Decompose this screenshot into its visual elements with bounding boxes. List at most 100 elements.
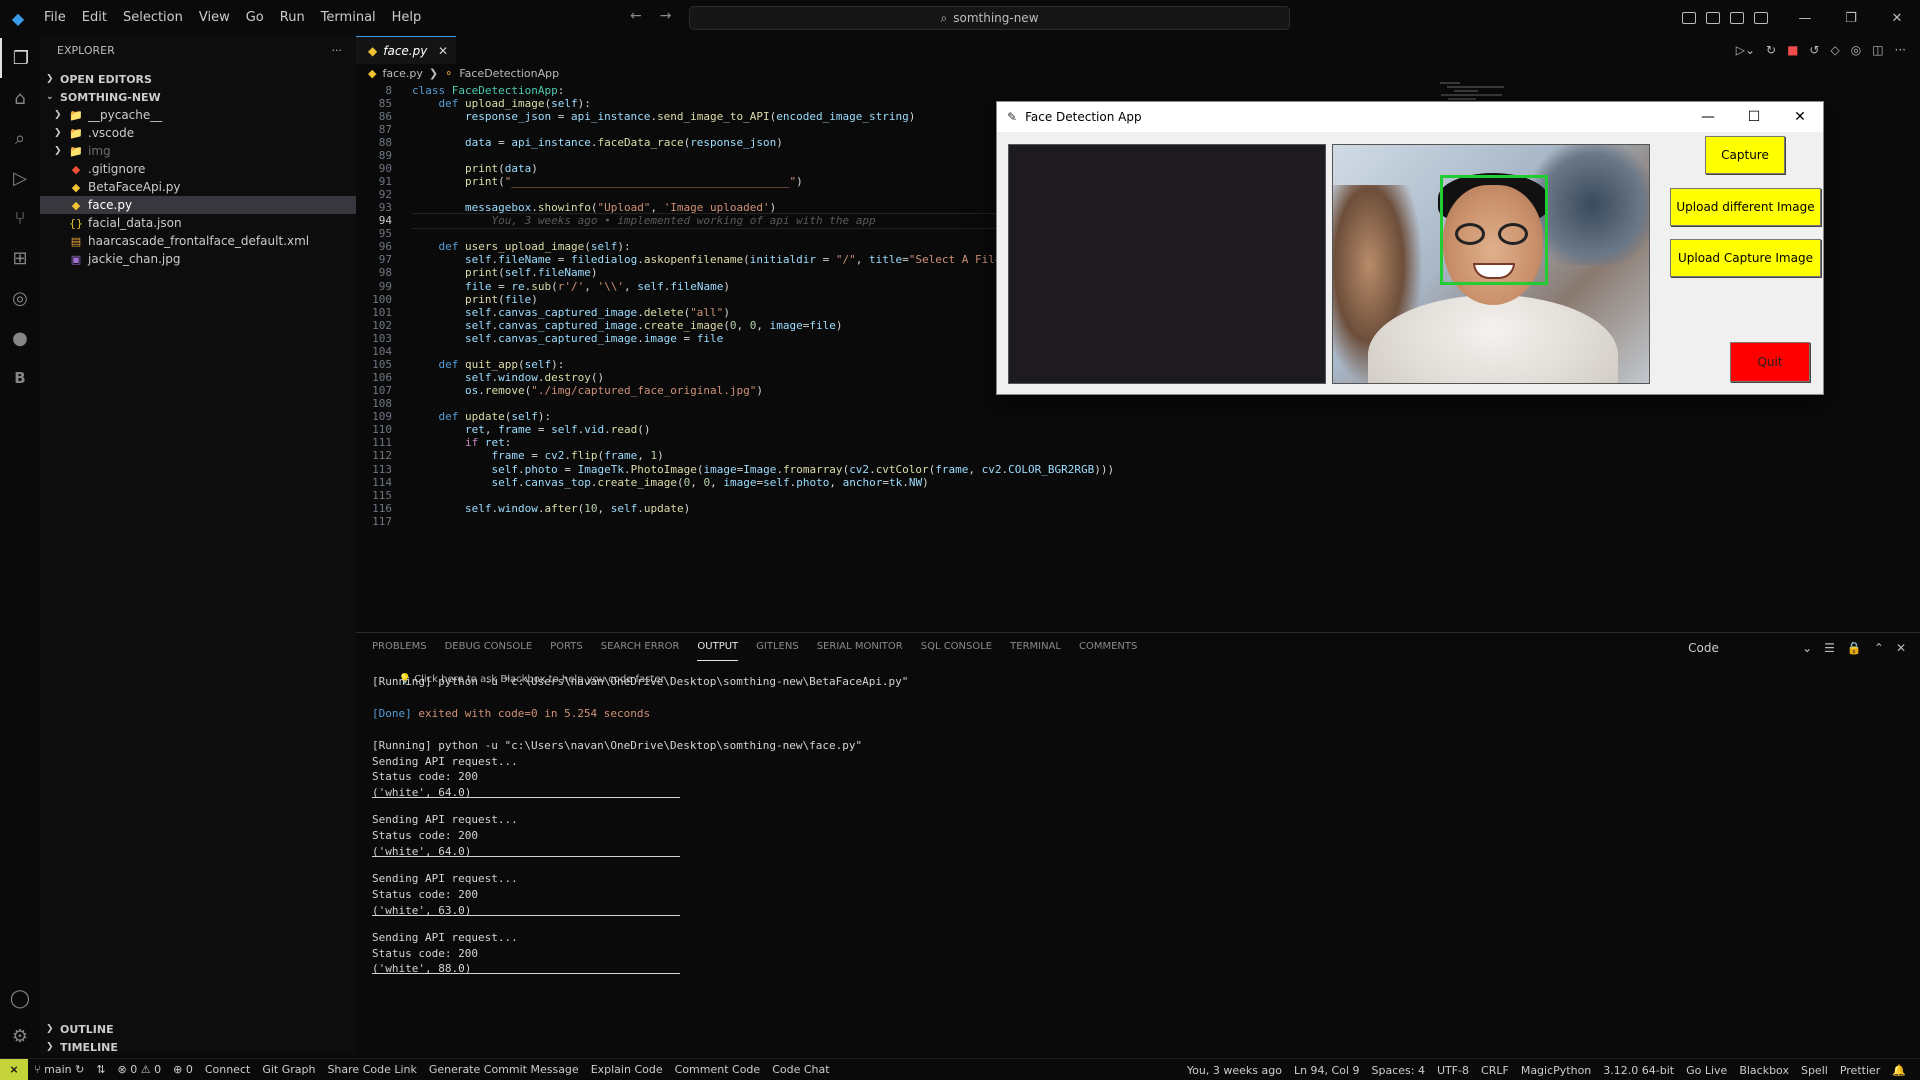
revert-icon[interactable]: ↺: [1809, 43, 1819, 57]
maximize-panel-icon[interactable]: ⌃: [1874, 641, 1884, 655]
more-actions-icon[interactable]: ···: [332, 44, 343, 57]
problems-indicator[interactable]: ⊗ 0 ⚠ 0: [112, 1063, 168, 1076]
split-editor-icon[interactable]: ◫: [1872, 43, 1883, 57]
status-share-code-link[interactable]: Share Code Link: [321, 1063, 422, 1076]
upload-capture-image-button[interactable]: Upload Capture Image: [1670, 239, 1821, 277]
restart-icon[interactable]: ↻: [1766, 43, 1776, 57]
panel-tab-problems[interactable]: PROBLEMS: [372, 633, 427, 661]
tree-item-haarcascade-frontalface-default-xml[interactable]: ▤ haarcascade_frontalface_default.xml: [40, 232, 356, 250]
status-git-graph[interactable]: Git Graph: [256, 1063, 321, 1076]
status-go-live[interactable]: Go Live: [1680, 1064, 1733, 1077]
status-magicpython[interactable]: MagicPython: [1515, 1064, 1597, 1077]
remote-indicator-icon[interactable]: ⨯: [0, 1058, 28, 1080]
status-code-chat[interactable]: Code Chat: [766, 1063, 835, 1076]
more-actions-icon[interactable]: ···: [1895, 43, 1906, 57]
command-center-search[interactable]: ⌕ somthing-new: [689, 6, 1290, 30]
toggle-primary-sidebar-icon[interactable]: [1682, 12, 1696, 24]
status-spaces-4[interactable]: Spaces: 4: [1366, 1064, 1431, 1077]
quit-button[interactable]: Quit: [1730, 342, 1810, 382]
restore-window-icon[interactable]: ❐: [1828, 0, 1874, 36]
customize-layout-icon[interactable]: [1754, 12, 1768, 24]
status-prettier[interactable]: Prettier: [1834, 1064, 1886, 1077]
lock-scroll-icon[interactable]: 🔒: [1847, 641, 1862, 655]
tree-item-facial-data-json[interactable]: {} facial_data.json: [40, 214, 356, 232]
clear-output-icon[interactable]: ☰: [1824, 641, 1835, 655]
tk-minimize-icon[interactable]: —: [1685, 102, 1731, 132]
status-explain-code[interactable]: Explain Code: [585, 1063, 669, 1076]
extensions-icon[interactable]: ⊞: [0, 238, 40, 278]
settings-gear-icon[interactable]: ⚙: [0, 1016, 40, 1056]
blackbox-icon[interactable]: B: [0, 358, 40, 398]
toggle-secondary-sidebar-icon[interactable]: [1730, 12, 1744, 24]
blackbox-hint[interactable]: 💡 Click here to ask Blackbox to help you…: [372, 659, 665, 685]
compare-icon[interactable]: ◎: [1851, 43, 1861, 57]
github-icon[interactable]: ●: [0, 318, 40, 358]
status-connect[interactable]: Connect: [199, 1063, 256, 1076]
menu-run[interactable]: Run: [272, 0, 313, 36]
panel-tab-serial-monitor[interactable]: SERIAL MONITOR: [817, 633, 903, 661]
panel-tab-terminal[interactable]: TERMINAL: [1010, 633, 1061, 661]
tree-item--gitignore[interactable]: ◆ .gitignore: [40, 160, 356, 178]
gitlens-icon[interactable]: ◇: [1830, 43, 1839, 57]
status-ln-94-col-9[interactable]: Ln 94, Col 9: [1288, 1064, 1366, 1077]
timeline-section[interactable]: ❯ TIMELINE: [40, 1038, 356, 1056]
tab-face-py[interactable]: ◆ face.py ✕: [356, 36, 456, 64]
status-utf-8[interactable]: UTF-8: [1431, 1064, 1475, 1077]
tree-item-img[interactable]: ❯ 📁 img: [40, 142, 356, 160]
status-blackbox[interactable]: Blackbox: [1733, 1064, 1795, 1077]
forward-arrow-icon[interactable]: →: [660, 8, 672, 24]
close-window-icon[interactable]: ✕: [1874, 0, 1920, 36]
breadcrumb-file[interactable]: face.py: [382, 67, 422, 80]
run-python-icon[interactable]: ▷⌄: [1736, 43, 1755, 57]
notifications-bell-icon[interactable]: 🔔: [1886, 1064, 1912, 1077]
output-channel-select[interactable]: Code ⌄: [1684, 639, 1812, 657]
panel-tab-gitlens[interactable]: GITLENS: [756, 633, 799, 661]
panel-tab-search-error[interactable]: SEARCH ERROR: [601, 633, 680, 661]
tree-item-face-py[interactable]: ◆ face.py: [40, 196, 356, 214]
menu-help[interactable]: Help: [384, 0, 430, 36]
upload-different-image-button[interactable]: Upload different Image: [1670, 188, 1821, 226]
menu-selection[interactable]: Selection: [115, 0, 191, 36]
search-icon[interactable]: ⌕: [0, 118, 40, 158]
account-icon[interactable]: ◯: [0, 978, 40, 1018]
tree-item-betafaceapi-py[interactable]: ◆ BetaFaceApi.py: [40, 178, 356, 196]
menu-view[interactable]: View: [191, 0, 238, 36]
sync-icon[interactable]: ⇅: [90, 1063, 111, 1076]
panel-tab-sql-console[interactable]: SQL CONSOLE: [921, 633, 992, 661]
ports-indicator[interactable]: ⊕ 0: [167, 1063, 199, 1076]
code-line[interactable]: 117: [356, 513, 392, 529]
panel-tab-comments[interactable]: COMMENTS: [1079, 633, 1137, 661]
panel-tab-ports[interactable]: PORTS: [550, 633, 583, 661]
status-you-3-weeks-ago[interactable]: You, 3 weeks ago: [1181, 1064, 1288, 1077]
explorer-icon[interactable]: ❐: [0, 38, 40, 78]
tree-item-jackie-chan-jpg[interactable]: ▣ jackie_chan.jpg: [40, 250, 356, 268]
status-generate-commit-message[interactable]: Generate Commit Message: [423, 1063, 585, 1076]
close-panel-icon[interactable]: ✕: [1896, 641, 1906, 655]
menu-file[interactable]: File: [36, 0, 74, 36]
stop-icon[interactable]: ■: [1787, 43, 1798, 57]
close-tab-icon[interactable]: ✕: [438, 44, 448, 58]
menu-go[interactable]: Go: [238, 0, 272, 36]
status-3-12-0-64-bit[interactable]: 3.12.0 64-bit: [1597, 1064, 1680, 1077]
tk-maximize-icon[interactable]: ☐: [1731, 102, 1777, 132]
status-comment-code[interactable]: Comment Code: [669, 1063, 767, 1076]
tree-item--vscode[interactable]: ❯ 📁 .vscode: [40, 124, 356, 142]
minimize-window-icon[interactable]: —: [1782, 0, 1828, 36]
bookmarks-icon[interactable]: ⌂: [0, 78, 40, 118]
open-editors-section[interactable]: ❯ OPEN EDITORS: [40, 70, 356, 88]
project-section[interactable]: ⌄ SOMTHING-NEW: [40, 88, 356, 106]
status-crlf[interactable]: CRLF: [1475, 1064, 1515, 1077]
branch-indicator[interactable]: ⑂ main ↻: [28, 1063, 90, 1076]
remote-explorer-icon[interactable]: ◎: [0, 278, 40, 318]
tk-close-icon[interactable]: ✕: [1777, 102, 1823, 132]
breadcrumb-class[interactable]: FaceDetectionApp: [459, 67, 559, 80]
status-spell[interactable]: Spell: [1795, 1064, 1834, 1077]
panel-tab-debug-console[interactable]: DEBUG CONSOLE: [445, 633, 533, 661]
run-debug-icon[interactable]: ▷: [0, 158, 40, 198]
back-arrow-icon[interactable]: ←: [630, 8, 642, 24]
outline-section[interactable]: ❯ OUTLINE: [40, 1020, 356, 1038]
panel-tab-output[interactable]: OUTPUT: [697, 633, 739, 661]
tree-item--pycache-[interactable]: ❯ 📁 __pycache__: [40, 106, 356, 124]
toggle-panel-icon[interactable]: [1706, 12, 1720, 24]
capture-button[interactable]: Capture: [1705, 136, 1785, 174]
